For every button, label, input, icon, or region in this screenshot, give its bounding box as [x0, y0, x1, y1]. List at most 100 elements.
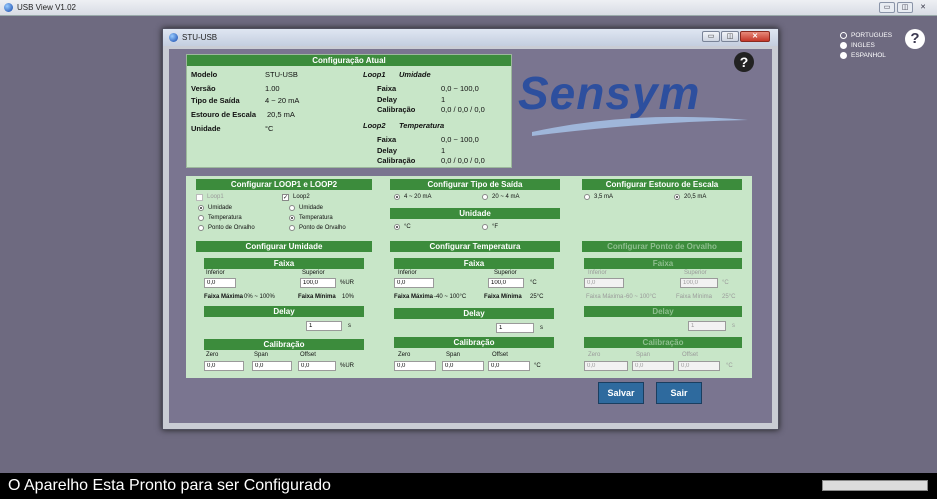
- temperatura-zero-label: Zero: [398, 352, 411, 358]
- estouro-value: 20,5 mA: [267, 110, 295, 119]
- progress-bar: [822, 480, 928, 491]
- loop2-orvalho-radio[interactable]: [289, 225, 295, 231]
- orvalho-span-input[interactable]: [632, 361, 674, 371]
- temperatura-offset-input[interactable]: [488, 361, 530, 371]
- estouro-label: Estouro de Escala: [191, 110, 257, 119]
- loop2-faixa-label: Faixa: [377, 135, 397, 144]
- estouro-3-5-radio[interactable]: [584, 194, 590, 200]
- umidade-inferior-input[interactable]: [204, 278, 236, 288]
- lang-espanhol[interactable]: ESPANHOL: [840, 50, 892, 60]
- status-bar: O Aparelho Esta Pronto para ser Configur…: [0, 473, 937, 499]
- saida-4-20-radio[interactable]: [394, 194, 400, 200]
- temperatura-superior-input[interactable]: [488, 278, 524, 288]
- help-icon[interactable]: ?: [734, 52, 754, 72]
- umidade-config-header: Configurar Umidade: [196, 241, 372, 252]
- logo-swoosh-icon: [532, 116, 748, 136]
- lang-ingles[interactable]: INGLES: [840, 40, 892, 50]
- maximize-icon[interactable]: ◫: [897, 2, 913, 13]
- loop1-umidade-radio[interactable]: [198, 205, 204, 211]
- umidade-superior-label: Superior: [302, 270, 325, 276]
- unidade-label: Unidade: [191, 124, 221, 133]
- temperatura-superior-label: Superior: [494, 270, 517, 276]
- loop2-umidade-label: Umidade: [299, 205, 324, 211]
- loop2-temperatura-radio[interactable]: [289, 215, 295, 221]
- minimize-icon[interactable]: ▭: [879, 2, 895, 13]
- radio-icon[interactable]: [840, 41, 847, 49]
- saida-20-4-radio[interactable]: [482, 194, 488, 200]
- minimize-icon[interactable]: ▭: [702, 31, 720, 42]
- orvalho-zero-input[interactable]: [584, 361, 628, 371]
- estouro-config-header: Configurar Estouro de Escala: [582, 179, 742, 190]
- dialog-titlebar: STU-USB ▭ ◫ ✕: [163, 29, 778, 46]
- temperatura-fmax-label: Faixa Máxima: [394, 294, 434, 300]
- unidade-celsius-radio[interactable]: [394, 224, 400, 230]
- close-icon[interactable]: ✕: [740, 31, 770, 42]
- loop1-cal-label: Calibração: [377, 105, 416, 114]
- versao-label: Versão: [191, 84, 216, 93]
- unidade-fahrenheit-label: °F: [492, 224, 499, 230]
- orvalho-fmin-value: 25°C: [722, 294, 736, 300]
- temperatura-fmin-value: 25°C: [530, 294, 544, 300]
- lang-portugues[interactable]: PORTUGUES: [840, 30, 892, 40]
- temperatura-span-label: Span: [446, 352, 461, 358]
- orvalho-delay-unit: s: [732, 323, 735, 329]
- dialog-icon: [169, 33, 178, 42]
- orvalho-delay-input[interactable]: [688, 321, 726, 331]
- umidade-offset-label: Offset: [300, 352, 316, 358]
- temperatura-inferior-input[interactable]: [394, 278, 434, 288]
- temperatura-zero-input[interactable]: [394, 361, 436, 371]
- orvalho-cal-unit: °C: [726, 363, 733, 369]
- temperatura-delay-header: Delay: [394, 308, 554, 319]
- umidade-span-input[interactable]: [252, 361, 292, 371]
- configuration-area: Configurar LOOP1 e LOOP2 Loop1 ✓ Loop2 U…: [186, 176, 752, 378]
- loop1-orvalho-label: Ponto de Orvalho: [208, 225, 255, 231]
- app-titlebar: USB View V1.02 ▭ ◫ ✕: [0, 0, 937, 16]
- versao-value: 1.00: [265, 84, 280, 93]
- radio-icon[interactable]: [840, 31, 847, 39]
- app-icon: [4, 3, 13, 12]
- orvalho-offset-input[interactable]: [678, 361, 720, 371]
- radio-icon[interactable]: [840, 51, 847, 59]
- loop1-temperatura-radio[interactable]: [198, 215, 204, 221]
- loop2-umidade-radio[interactable]: [289, 205, 295, 211]
- loop1-checkbox[interactable]: [196, 194, 203, 201]
- loop2-label: Loop2: [293, 194, 310, 200]
- temperatura-delay-input[interactable]: [496, 323, 534, 333]
- loop1-title: Loop1: [363, 70, 386, 79]
- unidade-celsius-label: °C: [404, 224, 411, 230]
- loop1-orvalho-radio[interactable]: [198, 225, 204, 231]
- close-icon[interactable]: ✕: [915, 2, 931, 13]
- umidade-delay-unit: s: [348, 323, 351, 329]
- umidade-delay-input[interactable]: [306, 321, 342, 331]
- orvalho-zero-label: Zero: [588, 352, 601, 358]
- temperatura-span-input[interactable]: [442, 361, 484, 371]
- orvalho-inferior-input[interactable]: [584, 278, 624, 288]
- salvar-button[interactable]: Salvar: [598, 382, 644, 404]
- unidade-fahrenheit-radio[interactable]: [482, 224, 488, 230]
- umidade-delay-header: Delay: [204, 306, 364, 317]
- orvalho-fmax-value: -60 ~ 100°C: [624, 294, 657, 300]
- orvalho-fmin-label: Faixa Mínima: [676, 294, 713, 300]
- window-controls: ▭ ◫ ✕: [879, 2, 931, 13]
- umidade-zero-input[interactable]: [204, 361, 244, 371]
- language-selector: PORTUGUES INGLES ESPANHOL: [840, 30, 892, 60]
- sair-button[interactable]: Sair: [656, 382, 702, 404]
- umidade-fmin-value: 10%: [342, 294, 355, 300]
- help-icon[interactable]: ?: [905, 29, 925, 49]
- orvalho-config-header: Configurar Ponto de Orvalho: [582, 241, 742, 252]
- umidade-cal-unit: %UR: [340, 363, 355, 369]
- maximize-icon[interactable]: ◫: [721, 31, 739, 42]
- loop2-temperatura-label: Temperatura: [299, 215, 333, 221]
- loop2-delay-label: Delay: [377, 146, 398, 155]
- loop2-checkbox[interactable]: ✓: [282, 194, 289, 201]
- umidade-superior-input[interactable]: [300, 278, 336, 288]
- umidade-inferior-label: Inferior: [206, 270, 225, 276]
- loop1-sub: Umidade: [399, 70, 431, 79]
- umidade-unit: %UR: [340, 280, 355, 286]
- estouro-20-5-radio[interactable]: [674, 194, 680, 200]
- saida-20-4-label: 20 ~ 4 mA: [492, 194, 520, 200]
- temperatura-config-header: Configurar Temperatura: [390, 241, 560, 252]
- orvalho-superior-input[interactable]: [680, 278, 718, 288]
- loop2-cal-label: Calibração: [377, 156, 416, 165]
- umidade-offset-input[interactable]: [298, 361, 336, 371]
